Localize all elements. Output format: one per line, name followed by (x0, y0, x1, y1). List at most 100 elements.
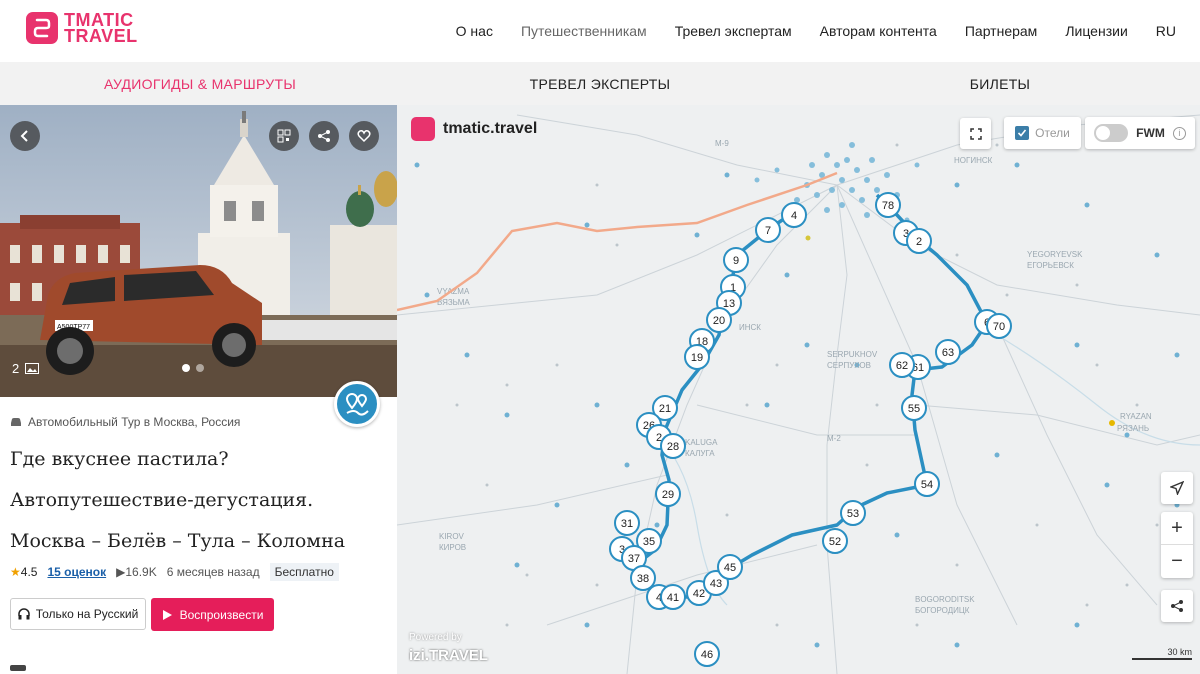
route-stop-marker[interactable]: 54 (914, 471, 940, 497)
tour-photo-image: А500ТР77 (0, 105, 397, 397)
zoom-out-button[interactable]: − (1161, 545, 1193, 578)
powered-by-label: Powered by (409, 632, 462, 643)
qr-code-button[interactable] (269, 121, 299, 151)
route-stop-marker[interactable]: 20 (706, 307, 732, 333)
route-stop-marker[interactable]: 45 (717, 554, 743, 580)
route-stop-marker[interactable]: 2 (906, 228, 932, 254)
route-stop-marker[interactable]: 9 (723, 247, 749, 273)
gallery-dot[interactable] (196, 364, 204, 372)
route-stop-marker[interactable]: 41 (660, 584, 686, 610)
nav-travelers[interactable]: Путешественникам (521, 23, 647, 39)
plays-value: 16.9K (125, 565, 157, 579)
fwm-toggle[interactable]: FWM i (1085, 117, 1195, 149)
back-button[interactable] (10, 121, 40, 151)
tour-title-line: Автопутешествие-дегустация. (10, 489, 314, 511)
zoom-control: + − (1161, 512, 1193, 578)
route-stop-marker[interactable]: 55 (901, 395, 927, 421)
nav-travel-experts[interactable]: Тревел экспертам (675, 23, 792, 39)
tour-photo[interactable]: А500ТР77 2 (0, 105, 397, 397)
nav-about[interactable]: О нас (456, 23, 493, 39)
heart-icon (357, 130, 371, 143)
gallery-dot[interactable] (182, 364, 190, 372)
toggle-switch[interactable] (1094, 124, 1129, 142)
route-stop-marker[interactable]: 63 (935, 339, 961, 365)
checkbox-checked-icon[interactable] (1015, 126, 1030, 140)
tmatic-logo-icon (411, 117, 435, 141)
map-brand-text: tmatic.travel (443, 120, 538, 137)
route-stop-number: 29 (662, 489, 674, 501)
route-stop-number: 63 (942, 347, 954, 359)
route-stop-marker[interactable]: 78 (875, 192, 901, 218)
route-stop-marker[interactable]: 52 (822, 528, 848, 554)
main-nav: О нас Путешественникам Тревел экспертам … (456, 0, 1176, 62)
map-scale: 30 km (1132, 647, 1192, 660)
route-stop-marker[interactable]: 7 (755, 217, 781, 243)
subnav-audioguides[interactable]: АУДИОГИДЫ & МАРШРУТЫ (0, 62, 400, 105)
route-markers: 78327491132018192126228293135337384 41 424… (609, 192, 1012, 667)
route-stop-number: 19 (691, 352, 703, 364)
share-button[interactable] (309, 121, 339, 151)
tmatic-logo-icon (26, 12, 58, 44)
subnav-tickets[interactable]: БИЛЕТЫ (800, 62, 1200, 105)
nav-licenses[interactable]: Лицензии (1065, 23, 1127, 39)
tmatic-logo[interactable]: TMATIC TRAVEL (26, 11, 138, 45)
route-stop-marker[interactable]: 70 (986, 313, 1012, 339)
language-button[interactable]: Только на Русский (10, 598, 146, 630)
route-stop-number: 55 (908, 403, 920, 415)
hotels-toggle[interactable]: Отели (1004, 117, 1081, 149)
headphones-icon (17, 608, 30, 620)
nav-language[interactable]: RU (1156, 23, 1176, 39)
play-button[interactable]: Воспроизвести (151, 598, 274, 631)
route-stop-marker[interactable]: 46 (694, 641, 720, 667)
izi-travel-logo[interactable]: izi.TRAVEL (409, 647, 488, 664)
route-stop-number: 7 (765, 225, 771, 237)
sub-nav: АУДИОГИДЫ & МАРШРУТЫ ТРЕВЕЛ ЭКСПЕРТЫ БИЛ… (0, 62, 1200, 105)
qr-code-icon (277, 129, 291, 143)
tmatic-logo-text: TMATIC TRAVEL (64, 11, 138, 45)
route-stop-marker[interactable]: 4 (781, 202, 807, 228)
tour-title: Где вкуснее пастила? Автопутешествие-дег… (10, 439, 390, 562)
nav-partners[interactable]: Партнерам (965, 23, 1037, 39)
image-icon (25, 363, 40, 374)
navigation-arrow-icon (1170, 481, 1184, 495)
route-stop-number: 45 (724, 562, 736, 574)
route-pin-icon (345, 393, 369, 416)
fullscreen-button[interactable] (960, 118, 991, 149)
tour-title-line: Где вкуснее пастила? (10, 448, 229, 470)
route-stop-number: 38 (637, 573, 649, 585)
route-stop-number: 37 (628, 553, 640, 565)
nav-content-authors[interactable]: Авторам контента (820, 23, 937, 39)
star-icon: ★ (10, 565, 21, 579)
tour-age: 6 месяцев назад (166, 565, 260, 579)
route-stop-number: 62 (896, 360, 908, 372)
route-map-button[interactable] (334, 381, 380, 427)
tour-meta: ★4.5 15 оценок ▶16.9K 6 месяцев назад Бе… (10, 563, 339, 581)
route-stop-number: 78 (882, 200, 894, 212)
language-button-label: Только на Русский (35, 607, 139, 621)
favorite-button[interactable] (349, 121, 379, 151)
route-stop-marker[interactable]: 19 (684, 344, 710, 370)
route-stop-marker[interactable]: 62 (889, 352, 915, 378)
map-share-button[interactable] (1161, 590, 1193, 622)
route-stop-marker[interactable]: 53 (840, 500, 866, 526)
route-stop-number: 35 (643, 536, 655, 548)
tour-panel: А500ТР77 2 Ав (0, 105, 397, 674)
zoom-in-button[interactable]: + (1161, 512, 1193, 545)
route-stop-marker[interactable]: 29 (655, 481, 681, 507)
route-stop-number: 43 (710, 578, 722, 590)
chevron-left-icon (20, 130, 28, 142)
route-stop-number: 42 (693, 588, 705, 600)
rating-count-link[interactable]: 15 оценок (47, 565, 106, 579)
rating: ★4.5 (10, 565, 37, 579)
route-stop-marker[interactable]: 28 (660, 433, 686, 459)
route-stop-marker[interactable]: 38 (630, 565, 656, 591)
route-stop-marker[interactable]: 31 (614, 510, 640, 536)
route-stop-number: 46 (701, 649, 713, 661)
route-map[interactable]: M-9 НОГИНСК YEGORYEVSK ЕГОРЬЕВСК VYAZMA … (397, 105, 1200, 674)
subnav-travel-experts[interactable]: ТРЕВЕЛ ЭКСПЕРТЫ (400, 62, 800, 105)
info-icon[interactable]: i (1172, 126, 1186, 140)
price-badge: Бесплатно (269, 563, 339, 581)
route-stop-number: 54 (921, 479, 933, 491)
locate-button[interactable] (1161, 472, 1193, 504)
photo-count-value: 2 (12, 361, 20, 376)
